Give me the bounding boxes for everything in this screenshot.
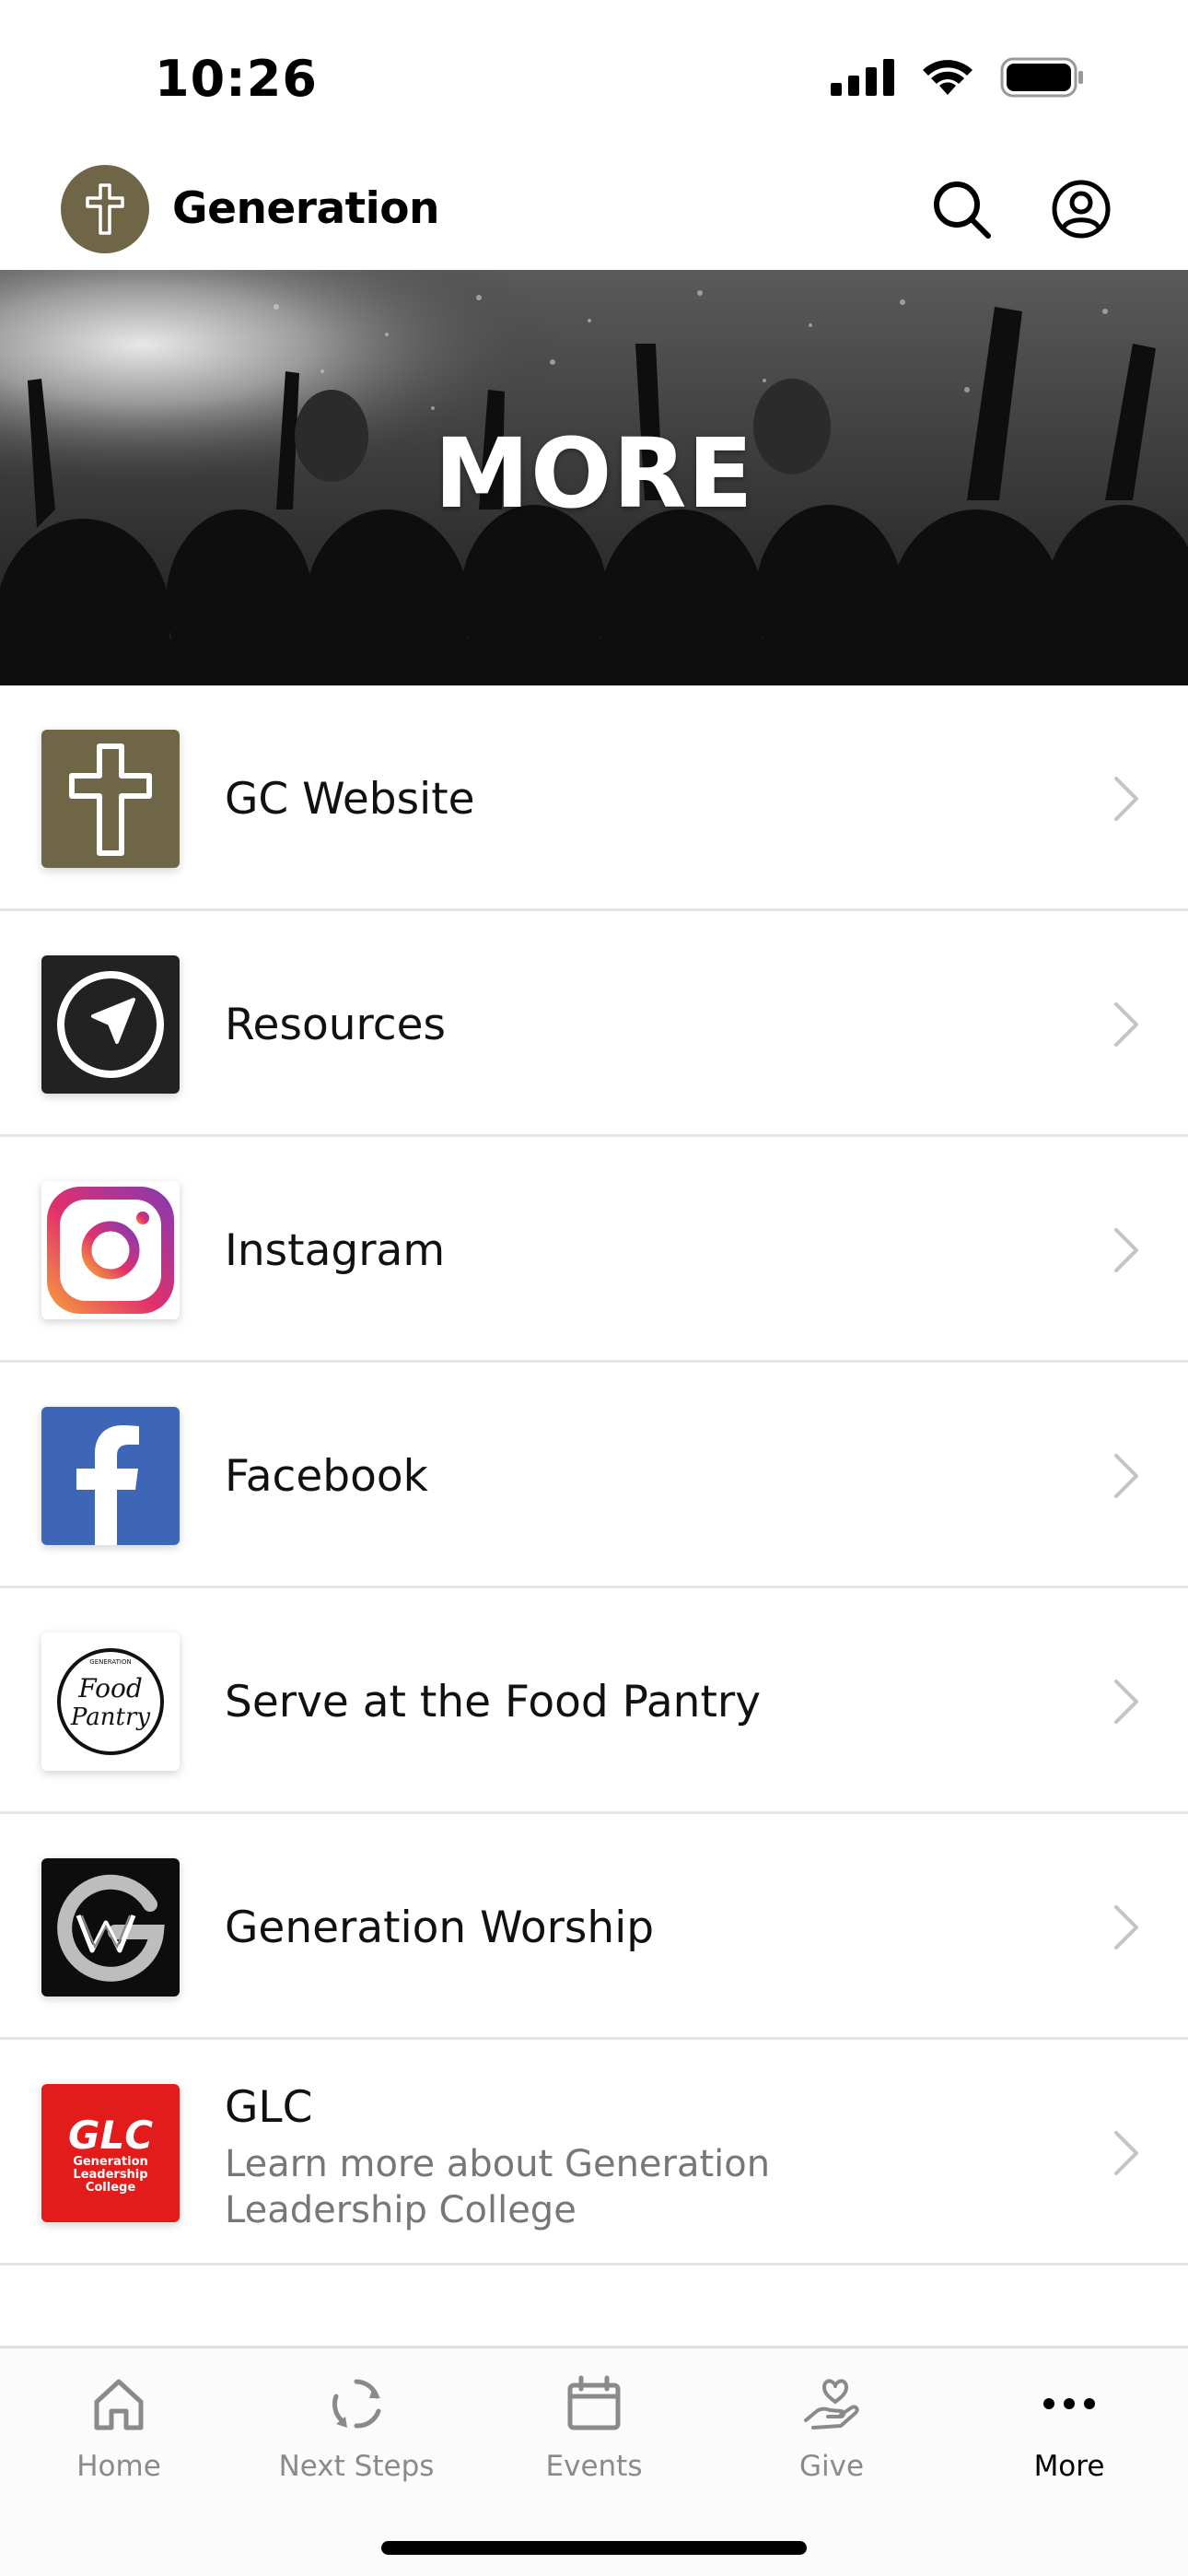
food-pantry-logo: GENERATION Food Pantry: [41, 1633, 180, 1771]
more-icon: [1043, 2398, 1095, 2409]
account-button[interactable]: [1046, 174, 1116, 244]
status-bar: 10:26: [0, 0, 1188, 152]
list-item-facebook[interactable]: Facebook: [0, 1363, 1188, 1588]
list-item-resources[interactable]: Resources: [0, 911, 1188, 1137]
wifi-icon: [923, 60, 973, 95]
list-item-food-pantry[interactable]: GENERATION Food Pantry Serve at the Food…: [0, 1588, 1188, 1814]
tab-label: Next Steps: [278, 2450, 435, 2483]
tab-give[interactable]: Give: [713, 2367, 950, 2505]
item-label: Facebook: [225, 1451, 428, 1502]
cross-icon: [86, 183, 124, 235]
instagram-logo: [41, 1181, 180, 1319]
battery-icon: [1000, 57, 1083, 98]
hero-title: MORE: [434, 417, 754, 530]
app-header: Generation: [0, 152, 1188, 270]
svg-text:College: College: [86, 2181, 136, 2195]
hero-banner: MORE: [0, 270, 1188, 685]
item-subtitle: Learn more about Generation Leadership C…: [225, 2143, 771, 2231]
facebook-logo: [41, 1407, 180, 1545]
generation-worship-logo: [41, 1858, 180, 1996]
app-logo[interactable]: [61, 165, 149, 253]
chevron-right-icon: [1114, 1905, 1138, 1950]
item-label: Instagram: [225, 1225, 446, 1276]
tab-events[interactable]: Events: [475, 2367, 713, 2505]
tab-label: Give: [798, 2450, 865, 2483]
more-list: GC Website Resources Instagram Facebook …: [0, 685, 1188, 2266]
list-item-instagram[interactable]: Instagram: [0, 1137, 1188, 1363]
chevron-right-icon: [1114, 1680, 1138, 1724]
item-label: Serve at the Food Pantry: [225, 1677, 762, 1727]
item-label: GLC: [225, 2082, 313, 2133]
search-icon: [934, 181, 991, 239]
svg-text:GLC: GLC: [68, 2113, 153, 2158]
search-button[interactable]: [926, 174, 996, 244]
navigation-arrow-logo: [41, 955, 180, 1094]
chevron-right-icon: [1114, 2131, 1138, 2175]
list-item-glc[interactable]: GLC Generation Leadership College GLC Le…: [0, 2040, 1188, 2266]
list-item-gc-website[interactable]: GC Website: [0, 685, 1188, 911]
tab-next-steps[interactable]: Next Steps: [238, 2367, 475, 2505]
tab-label: Events: [545, 2450, 643, 2483]
cross-logo: [41, 730, 180, 868]
item-label: GC Website: [225, 774, 475, 825]
chevron-right-icon: [1114, 777, 1138, 821]
give-icon: [804, 2379, 859, 2430]
status-time: 10:26: [155, 50, 318, 108]
svg-text:Leadership: Leadership: [73, 2168, 147, 2182]
glc-logo: GLC Generation Leadership College: [41, 2084, 180, 2222]
tab-home[interactable]: Home: [0, 2367, 238, 2505]
item-label: Resources: [225, 1000, 447, 1050]
svg-text:Food: Food: [77, 1673, 143, 1704]
home-icon: [94, 2379, 144, 2430]
home-indicator[interactable]: [381, 2541, 807, 2555]
chevron-right-icon: [1114, 1002, 1138, 1047]
cellular-signal-icon: [831, 59, 894, 96]
svg-text:Generation: Generation: [73, 2155, 148, 2169]
app-title: Generation: [172, 183, 440, 234]
list-item-generation-worship[interactable]: Generation Worship: [0, 1814, 1188, 2040]
chevron-right-icon: [1114, 1454, 1138, 1498]
tab-label: Home: [76, 2450, 161, 2483]
account-icon: [1052, 180, 1111, 239]
calendar-icon: [567, 2375, 621, 2430]
item-label: Generation Worship: [225, 1903, 655, 1953]
tab-label: More: [1033, 2450, 1105, 2483]
tab-more[interactable]: More: [950, 2367, 1188, 2505]
svg-text:GENERATION: GENERATION: [89, 1658, 131, 1666]
status-icons: [831, 57, 1085, 98]
svg-text:Pantry: Pantry: [70, 1704, 150, 1731]
next-steps-icon: [332, 2379, 381, 2429]
chevron-right-icon: [1114, 1228, 1138, 1272]
